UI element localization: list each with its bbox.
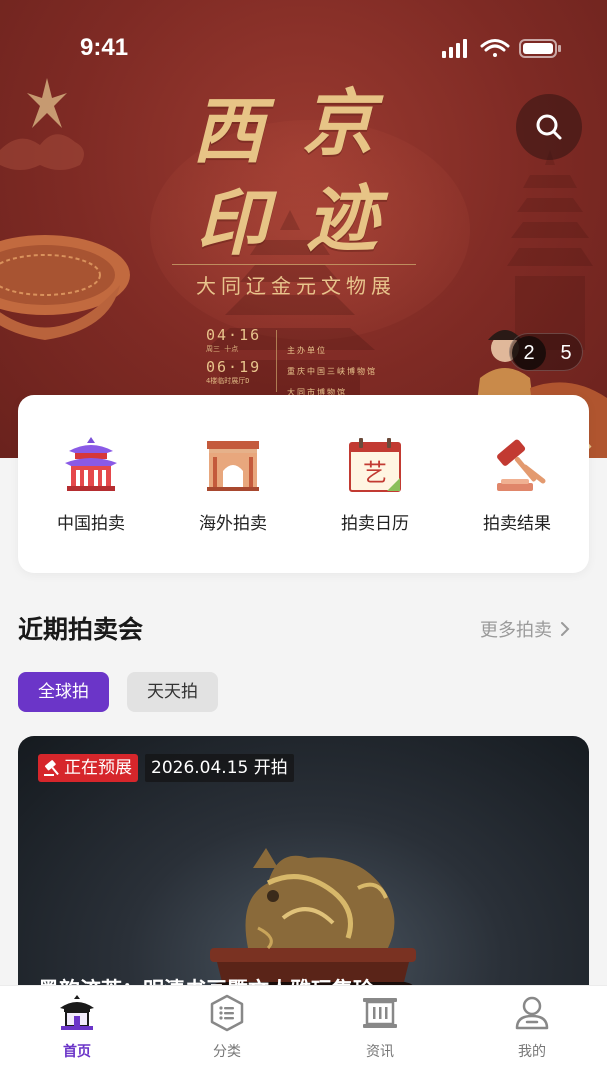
quick-entry-card: 中国拍卖 海外拍卖 艺 拍卖日历 拍卖结果 xyxy=(18,395,589,573)
tab-global-auction[interactable]: 全球拍 xyxy=(18,672,109,712)
more-auctions-link[interactable]: 更多拍卖 xyxy=(480,614,570,644)
quick-entry-china-auction[interactable]: 中国拍卖 xyxy=(18,395,160,573)
banner-divider xyxy=(172,264,416,265)
organizer-line: 重庆中国三峡博物馆 xyxy=(287,367,377,376)
nav-category[interactable]: 分类 xyxy=(177,986,277,1080)
recent-auctions-title: 近期拍卖会 xyxy=(18,615,144,644)
arch-gate-icon xyxy=(207,441,259,491)
live-preview-label: 正在预展 xyxy=(64,758,132,778)
banner-venue: 4楼临时展厅D xyxy=(206,377,250,385)
quick-entry-label: 拍卖结果 xyxy=(483,514,551,534)
pager-current: 2 xyxy=(512,336,546,370)
app-home-screen: 西 京 印 迹 大同辽金元文物展 04·16 周三 十点 06·19 4楼临时展… xyxy=(0,0,607,1080)
bronze-beast-artifact-image xyxy=(210,848,416,996)
gavel-icon xyxy=(497,439,546,491)
signal-icon xyxy=(442,39,467,58)
wifi-icon xyxy=(480,39,510,57)
profile-icon xyxy=(515,996,549,1030)
banner-subtitle: 大同辽金元文物展 xyxy=(196,274,396,298)
date-separator xyxy=(276,330,277,392)
svg-text:艺: 艺 xyxy=(363,459,387,487)
nav-label: 我的 xyxy=(518,1044,546,1060)
chevron-right-icon xyxy=(561,622,570,636)
lacquer-bowl-image xyxy=(0,235,130,340)
more-auctions-label: 更多拍卖 xyxy=(480,620,552,641)
quick-entry-label: 中国拍卖 xyxy=(57,514,125,534)
banner-pager: 2 5 xyxy=(509,333,583,371)
news-icon xyxy=(363,998,397,1028)
status-bar: 9:41 xyxy=(0,0,607,96)
banner-start-sub: 周三 十点 xyxy=(206,345,239,353)
status-time: 9:41 xyxy=(80,34,129,61)
quick-entry-label: 海外拍卖 xyxy=(199,514,267,534)
home-pavilion-icon xyxy=(60,995,94,1030)
pager-total: 5 xyxy=(560,342,572,364)
quick-entry-label: 拍卖日历 xyxy=(341,514,409,534)
category-icon xyxy=(210,994,244,1032)
nav-label: 资讯 xyxy=(366,1044,394,1060)
auction-start-date: 2026.04.15 开拍 xyxy=(145,754,294,782)
status-icons xyxy=(442,39,561,58)
nav-profile[interactable]: 我的 xyxy=(482,986,582,1080)
banner-title-char: 印 xyxy=(196,180,269,265)
quick-entry-auction-results[interactable]: 拍卖结果 xyxy=(444,395,586,573)
banner-end-date: 06·19 xyxy=(206,358,262,376)
china-pavilion-icon xyxy=(65,437,117,491)
gavel-icon xyxy=(44,760,59,776)
battery-icon xyxy=(519,39,561,58)
search-button[interactable] xyxy=(516,94,582,160)
tab-daily-auction[interactable]: 天天拍 xyxy=(127,672,218,712)
banner-dates: 04·16 周三 十点 06·19 4楼临时展厅D xyxy=(206,326,261,386)
nav-label: 首页 xyxy=(63,1044,91,1060)
banner-start-date: 04·16 xyxy=(206,326,262,344)
nav-label: 分类 xyxy=(213,1044,241,1060)
bottom-nav: 首页 分类 资讯 我的 xyxy=(0,985,607,1080)
calendar-icon: 艺 xyxy=(349,438,401,492)
banner-organizers: 主办单位 重庆中国三峡博物馆 大同市博物馆 xyxy=(287,340,377,403)
banner-title-char: 迹 xyxy=(306,176,379,261)
organizer-line: 主办单位 xyxy=(287,346,327,355)
search-icon xyxy=(536,114,562,140)
quick-entry-overseas-auction[interactable]: 海外拍卖 xyxy=(160,395,302,573)
nav-news[interactable]: 资讯 xyxy=(330,986,430,1080)
quick-entry-auction-calendar[interactable]: 艺 拍卖日历 xyxy=(302,395,444,573)
nav-home[interactable]: 首页 xyxy=(27,986,127,1080)
live-preview-badge: 正在预展 xyxy=(38,754,138,782)
